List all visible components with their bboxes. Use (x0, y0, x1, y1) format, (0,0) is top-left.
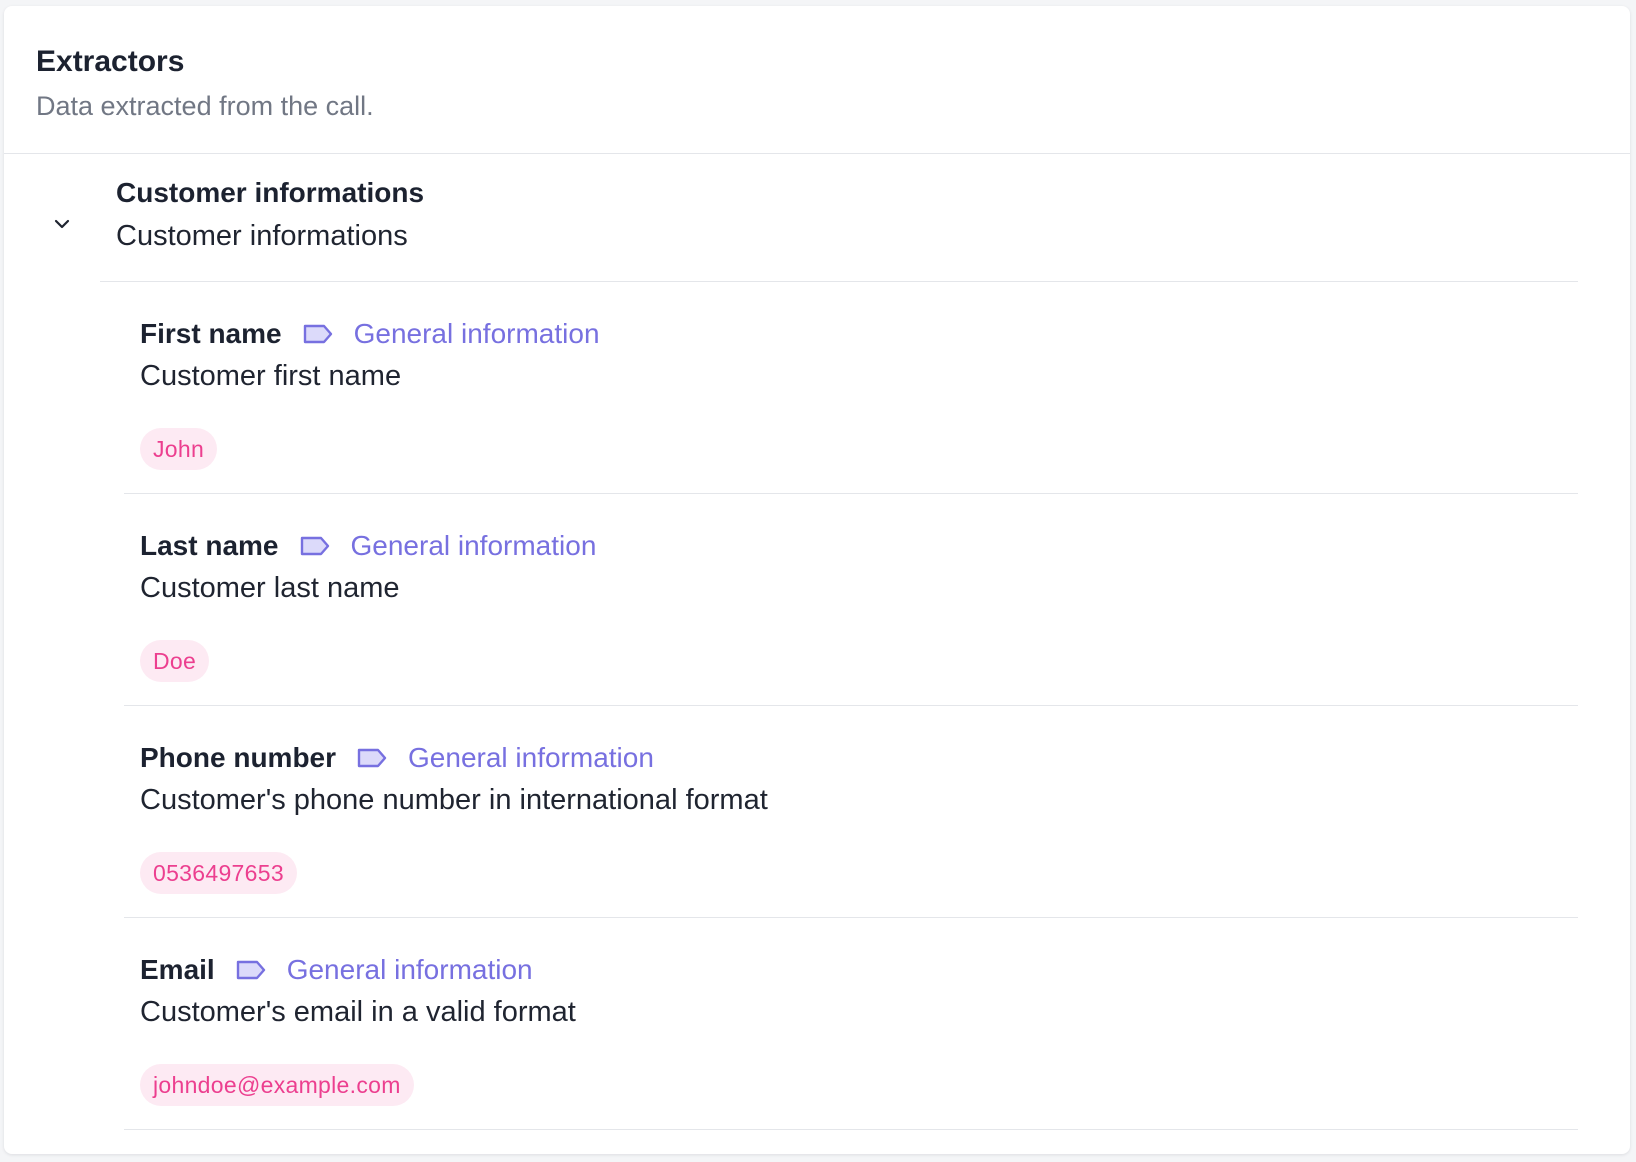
field-description: Customer last name (140, 572, 400, 604)
group-header-toggle[interactable]: Customer informations Customer informati… (54, 154, 1578, 282)
field-value-badge: johndoe@example.com (140, 1064, 414, 1106)
field-name: Last name (140, 530, 279, 561)
field-name: Phone number (140, 742, 337, 773)
field-head: First name General information (140, 314, 1578, 354)
group-title: Customer informations (116, 177, 425, 208)
extractors-card: Extractors Data extracted from the call.… (4, 6, 1630, 1154)
card-title: Extractors (36, 45, 185, 78)
field-head: Phone number General information (140, 738, 1578, 778)
field-category[interactable]: General information (287, 954, 533, 986)
tag-icon (303, 324, 332, 344)
tag-icon (357, 748, 387, 768)
extractor-field: Email General information Customer's ema… (124, 918, 1578, 1130)
tag-icon (236, 960, 265, 980)
card-header: Extractors Data extracted from the call. (4, 6, 1630, 154)
extractor-field: Last name General information Customer l… (124, 494, 1578, 706)
chevron-down-icon[interactable] (50, 212, 74, 236)
field-category[interactable]: General information (408, 742, 654, 774)
field-list: First name General information Customer … (4, 282, 1630, 1130)
field-description: Customer's phone number in international… (140, 784, 768, 816)
field-category[interactable]: General information (354, 318, 600, 350)
field-name: First name (140, 318, 282, 349)
extractor-group: Customer informations Customer informati… (4, 154, 1630, 1130)
group-description: Customer informations (116, 220, 408, 252)
extractor-field: Phone number General information Custome… (124, 706, 1578, 918)
field-value-badge: John (140, 428, 218, 470)
field-value-badge: 0536497653 (140, 852, 297, 894)
card-subtitle: Data extracted from the call. (36, 91, 374, 121)
field-category[interactable]: General information (351, 530, 597, 562)
field-description: Customer's email in a valid format (140, 996, 576, 1028)
field-name: Email (140, 954, 215, 985)
tag-icon (300, 536, 329, 556)
extractor-field: First name General information Customer … (124, 282, 1578, 494)
field-description: Customer first name (140, 360, 402, 392)
field-head: Last name General information (140, 526, 1578, 566)
field-value-badge: Doe (140, 640, 210, 682)
field-head: Email General information (140, 950, 1578, 990)
